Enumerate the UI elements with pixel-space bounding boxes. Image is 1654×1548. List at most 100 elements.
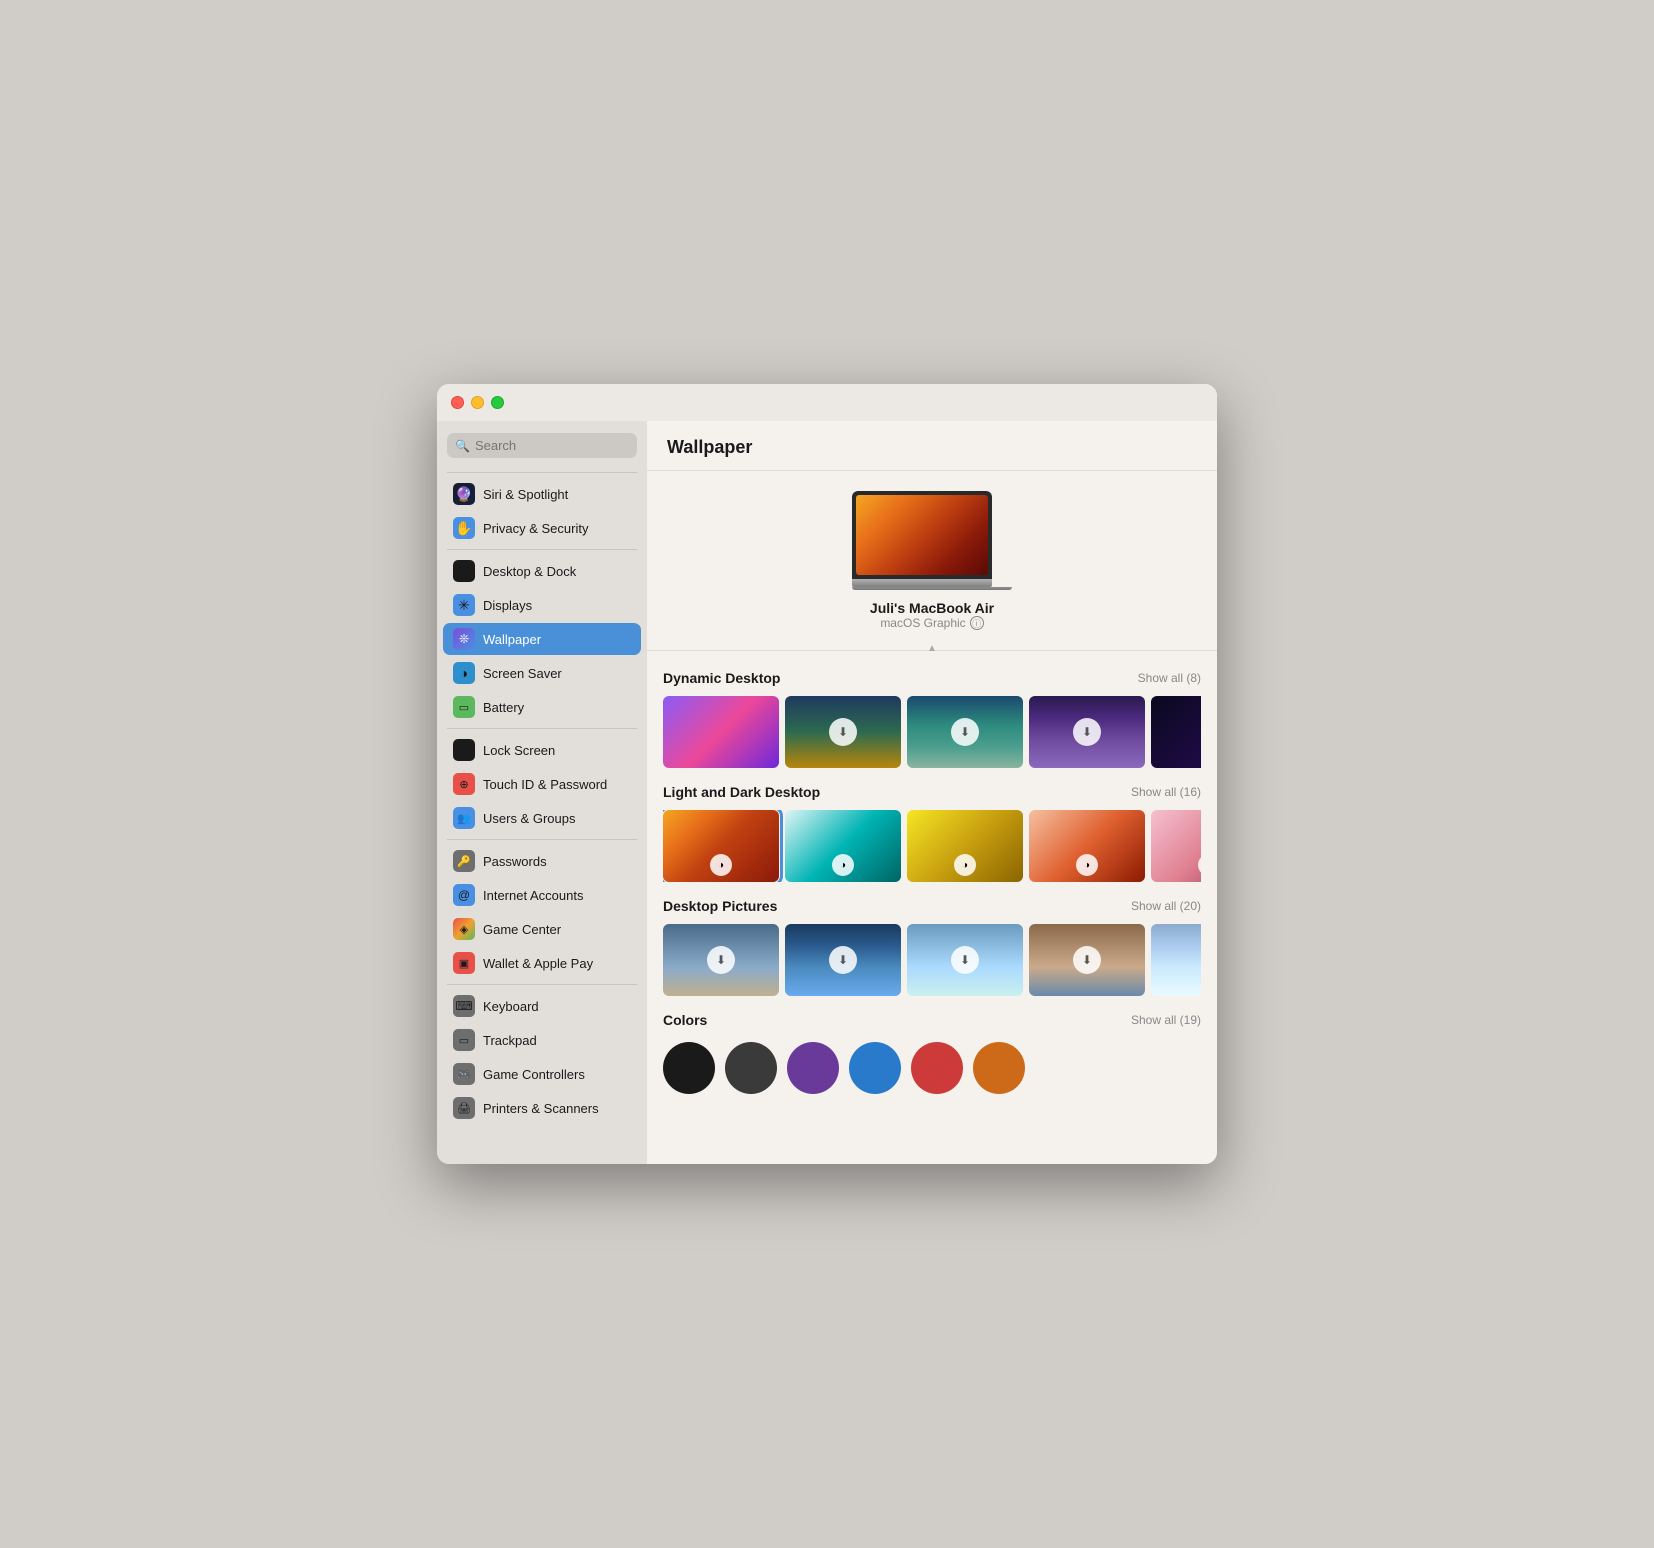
sidebar-item-lockscreen[interactable]: ▣ Lock Screen bbox=[443, 734, 641, 766]
download-badge-p4: ⬇ bbox=[1073, 946, 1101, 974]
system-preferences-window: 🔍 🔮 Siri & Spotlight ✋ Privacy & Securit… bbox=[437, 384, 1217, 1164]
wallpaper-thumb-p4[interactable]: ⬇ bbox=[1029, 924, 1145, 996]
maximize-button[interactable] bbox=[491, 396, 504, 409]
wallpaper-thumb-d3[interactable]: ⬇ bbox=[907, 696, 1023, 768]
sidebar-item-internet[interactable]: @ Internet Accounts bbox=[443, 879, 641, 911]
sidebar-label-displays: Displays bbox=[483, 598, 532, 613]
gamecenter-icon: ◈ bbox=[453, 918, 475, 940]
sidebar-item-trackpad[interactable]: ▭ Trackpad bbox=[443, 1024, 641, 1056]
sidebar-label-lockscreen: Lock Screen bbox=[483, 743, 555, 758]
download-badge-d3: ⬇ bbox=[951, 718, 979, 746]
wallpaper-thumb-p3[interactable]: ⬇ bbox=[907, 924, 1023, 996]
sidebar-label-wallet: Wallet & Apple Pay bbox=[483, 956, 593, 971]
close-button[interactable] bbox=[451, 396, 464, 409]
sidebar-item-printers[interactable]: 🖨 Printers & Scanners bbox=[443, 1092, 641, 1124]
sidebar-divider-4 bbox=[447, 839, 637, 840]
macbook-base bbox=[852, 587, 1012, 590]
titlebar bbox=[437, 384, 1217, 421]
wallpaper-thumb-l5[interactable]: ◑ bbox=[1151, 810, 1201, 882]
sidebar-item-gamecenter[interactable]: ◈ Game Center bbox=[443, 913, 641, 945]
sidebar-item-battery[interactable]: ▭ Battery bbox=[443, 691, 641, 723]
sidebar-label-screensaver: Screen Saver bbox=[483, 666, 562, 681]
wallpaper-thumb-d1[interactable] bbox=[663, 696, 779, 768]
siri-icon: 🔮 bbox=[453, 483, 475, 505]
preview-area: Juli's MacBook Air macOS Graphic ⓘ bbox=[647, 471, 1217, 651]
lockscreen-icon: ▣ bbox=[453, 739, 475, 761]
sidebar-label-trackpad: Trackpad bbox=[483, 1033, 537, 1048]
sidebar-item-wallet[interactable]: ▣ Wallet & Apple Pay bbox=[443, 947, 641, 979]
wallpaper-thumb-p5[interactable] bbox=[1151, 924, 1201, 996]
section-title-dynamic: Dynamic Desktop bbox=[663, 670, 780, 686]
macbook-screen bbox=[852, 491, 992, 579]
color-blue[interactable] bbox=[849, 1042, 901, 1094]
section-dynamic: Dynamic Desktop Show all (8) ⬇ ⬇ ⬇ bbox=[663, 670, 1201, 768]
wallpaper-thumb-l4[interactable]: ◑ bbox=[1029, 810, 1145, 882]
wallpaper-thumb-l1[interactable]: ◑ bbox=[663, 810, 779, 882]
main-content: Wallpaper Juli's MacBook Air macOS Graph… bbox=[647, 421, 1217, 1164]
download-badge-d2: ⬇ bbox=[829, 718, 857, 746]
macbook-preview bbox=[852, 491, 1012, 590]
wallpaper-sections: Dynamic Desktop Show all (8) ⬇ ⬇ ⬇ bbox=[647, 658, 1217, 1126]
show-all-desktop[interactable]: Show all (20) bbox=[1131, 899, 1201, 913]
sidebar-item-touchid[interactable]: ⊕ Touch ID & Password bbox=[443, 768, 641, 800]
info-icon[interactable]: ⓘ bbox=[970, 616, 984, 630]
sidebar-item-passwords[interactable]: 🔑 Passwords bbox=[443, 845, 641, 877]
wallpaper-thumb-d5[interactable] bbox=[1151, 696, 1201, 768]
wallpaper-thumb-d4[interactable]: ⬇ bbox=[1029, 696, 1145, 768]
color-red[interactable] bbox=[911, 1042, 963, 1094]
search-bar[interactable]: 🔍 bbox=[447, 433, 637, 458]
grid-lightdark: ◑ ◑ ◑ ◑ ◑ bbox=[663, 810, 1201, 882]
color-black[interactable] bbox=[663, 1042, 715, 1094]
show-all-colors[interactable]: Show all (19) bbox=[1131, 1013, 1201, 1027]
trackpad-icon: ▭ bbox=[453, 1029, 475, 1051]
device-subtitle: macOS Graphic ⓘ bbox=[880, 616, 983, 630]
wallpaper-thumb-p1[interactable]: ⬇ bbox=[663, 924, 779, 996]
wallpaper-thumb-d2[interactable]: ⬇ bbox=[785, 696, 901, 768]
section-header-desktop: Desktop Pictures Show all (20) bbox=[663, 898, 1201, 914]
search-icon: 🔍 bbox=[455, 439, 470, 453]
section-title-desktop: Desktop Pictures bbox=[663, 898, 777, 914]
color-darkgray[interactable] bbox=[725, 1042, 777, 1094]
color-purple[interactable] bbox=[787, 1042, 839, 1094]
lightdark-badge-l2: ◑ bbox=[832, 854, 854, 876]
passwords-icon: 🔑 bbox=[453, 850, 475, 872]
color-orange[interactable] bbox=[973, 1042, 1025, 1094]
sidebar-divider-5 bbox=[447, 984, 637, 985]
sidebar-label-touchid: Touch ID & Password bbox=[483, 777, 607, 792]
search-input[interactable] bbox=[475, 438, 629, 453]
sidebar-label-dock: Desktop & Dock bbox=[483, 564, 576, 579]
sidebar-item-siri[interactable]: 🔮 Siri & Spotlight bbox=[443, 478, 641, 510]
sidebar-item-users[interactable]: 👥 Users & Groups bbox=[443, 802, 641, 834]
printers-icon: 🖨 bbox=[453, 1097, 475, 1119]
main-header: Wallpaper bbox=[647, 421, 1217, 471]
sidebar-label-users: Users & Groups bbox=[483, 811, 575, 826]
grid-desktop: ⬇ ⬇ ⬇ ⬇ bbox=[663, 924, 1201, 996]
show-all-lightdark[interactable]: Show all (16) bbox=[1131, 785, 1201, 799]
sidebar-item-keyboard[interactable]: ⌨ Keyboard bbox=[443, 990, 641, 1022]
sidebar-label-gamecenter: Game Center bbox=[483, 922, 561, 937]
section-header-colors: Colors Show all (19) bbox=[663, 1012, 1201, 1028]
sidebar-item-wallpaper[interactable]: ❊ Wallpaper bbox=[443, 623, 641, 655]
wallet-icon: ▣ bbox=[453, 952, 475, 974]
colors-grid bbox=[663, 1038, 1201, 1098]
wallpaper-thumb-l3[interactable]: ◑ bbox=[907, 810, 1023, 882]
sidebar-item-displays[interactable]: ✳ Displays bbox=[443, 589, 641, 621]
section-header-lightdark: Light and Dark Desktop Show all (16) bbox=[663, 784, 1201, 800]
minimize-button[interactable] bbox=[471, 396, 484, 409]
sidebar-item-dock[interactable]: ▣ Desktop & Dock bbox=[443, 555, 641, 587]
sidebar-label-internet: Internet Accounts bbox=[483, 888, 583, 903]
scroll-indicator: ▲ bbox=[647, 643, 1217, 654]
sidebar-label-keyboard: Keyboard bbox=[483, 999, 539, 1014]
users-icon: 👥 bbox=[453, 807, 475, 829]
sidebar-item-privacy[interactable]: ✋ Privacy & Security bbox=[443, 512, 641, 544]
sidebar-item-screensaver[interactable]: ◑ Screen Saver bbox=[443, 657, 641, 689]
gamecontrollers-icon: 🎮 bbox=[453, 1063, 475, 1085]
wallpaper-thumb-l2[interactable]: ◑ bbox=[785, 810, 901, 882]
sidebar-item-gamecontrollers[interactable]: 🎮 Game Controllers bbox=[443, 1058, 641, 1090]
lightdark-badge-l1: ◑ bbox=[710, 854, 732, 876]
sidebar-label-battery: Battery bbox=[483, 700, 524, 715]
show-all-dynamic[interactable]: Show all (8) bbox=[1138, 671, 1201, 685]
battery-icon: ▭ bbox=[453, 696, 475, 718]
wallpaper-thumb-p2[interactable]: ⬇ bbox=[785, 924, 901, 996]
download-badge-d4: ⬇ bbox=[1073, 718, 1101, 746]
